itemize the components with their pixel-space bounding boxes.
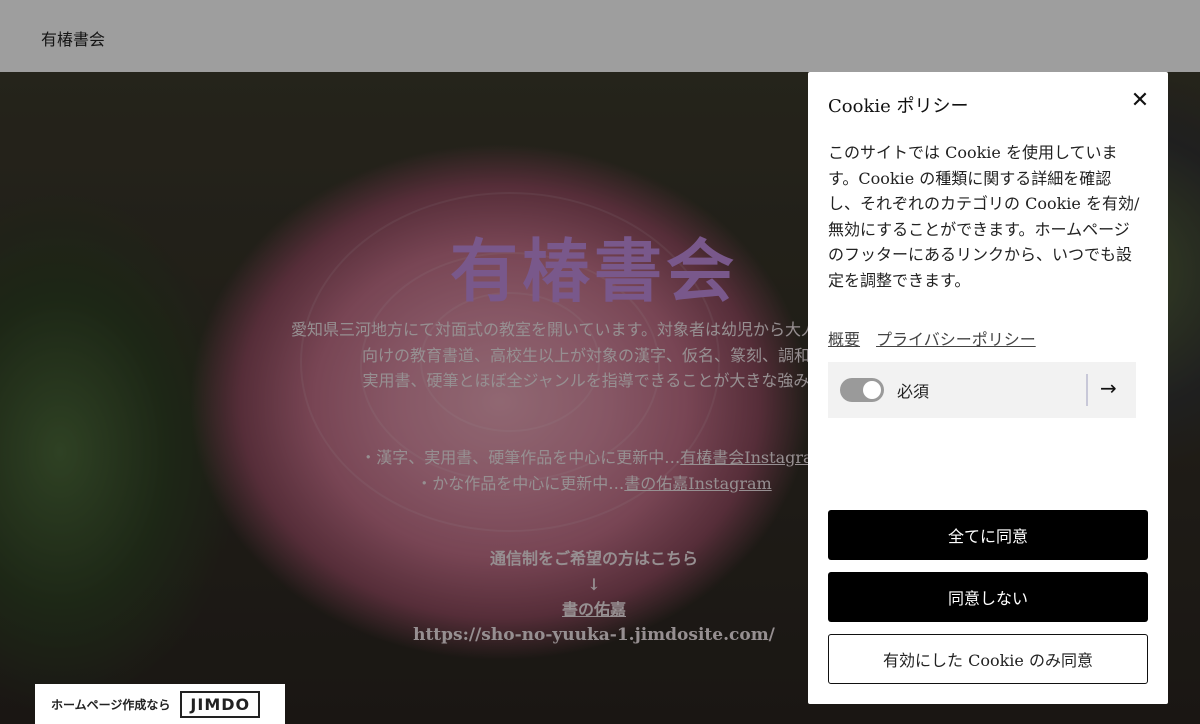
overview-link[interactable]: 概要	[828, 326, 860, 350]
category-divider	[1086, 373, 1088, 406]
required-toggle[interactable]	[840, 377, 884, 402]
close-icon[interactable]: ✕	[1128, 88, 1152, 113]
arrow-right-icon[interactable]: →	[1100, 376, 1117, 400]
jimdo-badge-text: ホームページ作成なら	[51, 697, 171, 712]
cookie-description: このサイトでは Cookie を使用しています。Cookie の種類に関する詳細…	[828, 143, 1140, 290]
toggle-knob	[863, 380, 881, 399]
category-label: 必須	[897, 381, 930, 401]
cookie-panel-title: Cookie ポリシー	[828, 96, 969, 117]
accept-selected-button[interactable]: 有効にした Cookie のみ同意	[828, 634, 1148, 684]
privacy-policy-link[interactable]: プライバシーポリシー	[876, 326, 1036, 350]
jimdo-logo: JIMDO	[180, 690, 261, 718]
decline-button[interactable]: 同意しない	[828, 572, 1148, 622]
jimdo-badge[interactable]: ホームページ作成なら JIMDO	[35, 684, 285, 724]
cookie-policy-panel: ✕ Cookie ポリシー このサイトでは Cookie を使用しています。Co…	[808, 72, 1168, 704]
cookie-category-required: 必須 →	[828, 361, 1136, 418]
cookie-links: 概要 プライバシーポリシー	[828, 326, 1148, 350]
accept-all-button[interactable]: 全てに同意	[828, 510, 1148, 560]
